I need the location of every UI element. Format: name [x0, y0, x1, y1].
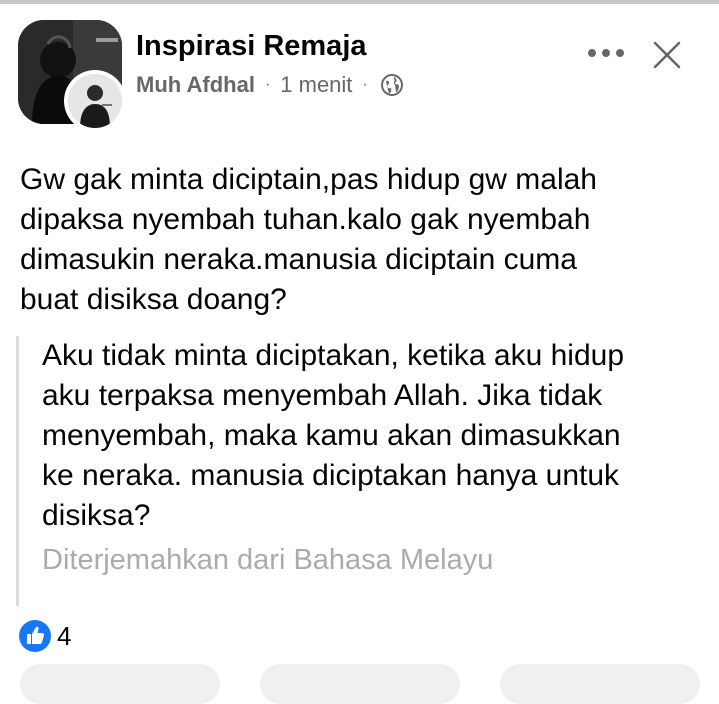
translation-line: aku terpaksa menyembah Allah. Jika tidak — [42, 379, 603, 412]
translation-block: Aku tidak minta diciptakan, ketika aku h… — [16, 336, 706, 606]
post-text-line: dipaksa nyembah tuhan.kalo gak nyembah — [20, 203, 591, 236]
like-button[interactable] — [20, 664, 220, 704]
post-time[interactable]: 1 menit — [280, 72, 352, 98]
meta-separator: · — [362, 76, 368, 93]
translation-line: ke neraka. manusia diciptakan hanya untu… — [42, 459, 620, 492]
reaction-count: 4 — [57, 620, 72, 651]
meta-separator: · — [264, 76, 271, 93]
translation-line: menyembah, maka kamu akan dimasukkan — [42, 419, 621, 452]
like-icon — [19, 620, 51, 652]
dot-icon — [588, 49, 596, 57]
post-text: Gw gak minta diciptain,pas hidup gw mala… — [20, 160, 700, 320]
top-divider — [0, 0, 719, 4]
translation-line: disiksa? — [42, 499, 151, 532]
group-name[interactable]: Inspirasi Remaja — [136, 30, 367, 63]
globe-icon — [380, 74, 403, 96]
share-button[interactable] — [500, 664, 700, 704]
dot-icon — [616, 49, 624, 57]
author-name[interactable]: Muh Afdhal — [136, 72, 255, 98]
dot-icon — [602, 49, 610, 57]
translation-line: Aku tidak minta diciptakan, ketika aku h… — [42, 339, 624, 372]
post-meta: Muh Afdhal · 1 menit · — [136, 71, 404, 99]
reaction-summary[interactable]: 4 — [18, 619, 71, 653]
translation-source-link[interactable]: Diterjemahkan dari Bahasa Melayu — [42, 540, 706, 580]
more-options-button[interactable] — [584, 38, 628, 68]
post-text-line: dimasukin neraka.manusia diciptain cuma — [20, 243, 577, 276]
post-text-line: buat disiksa doang? — [20, 283, 287, 316]
post-text-line: Gw gak minta diciptain,pas hidup gw mala… — [20, 163, 597, 196]
close-icon[interactable] — [650, 38, 684, 72]
author-avatar[interactable] — [64, 70, 126, 132]
comment-button[interactable] — [260, 664, 460, 704]
